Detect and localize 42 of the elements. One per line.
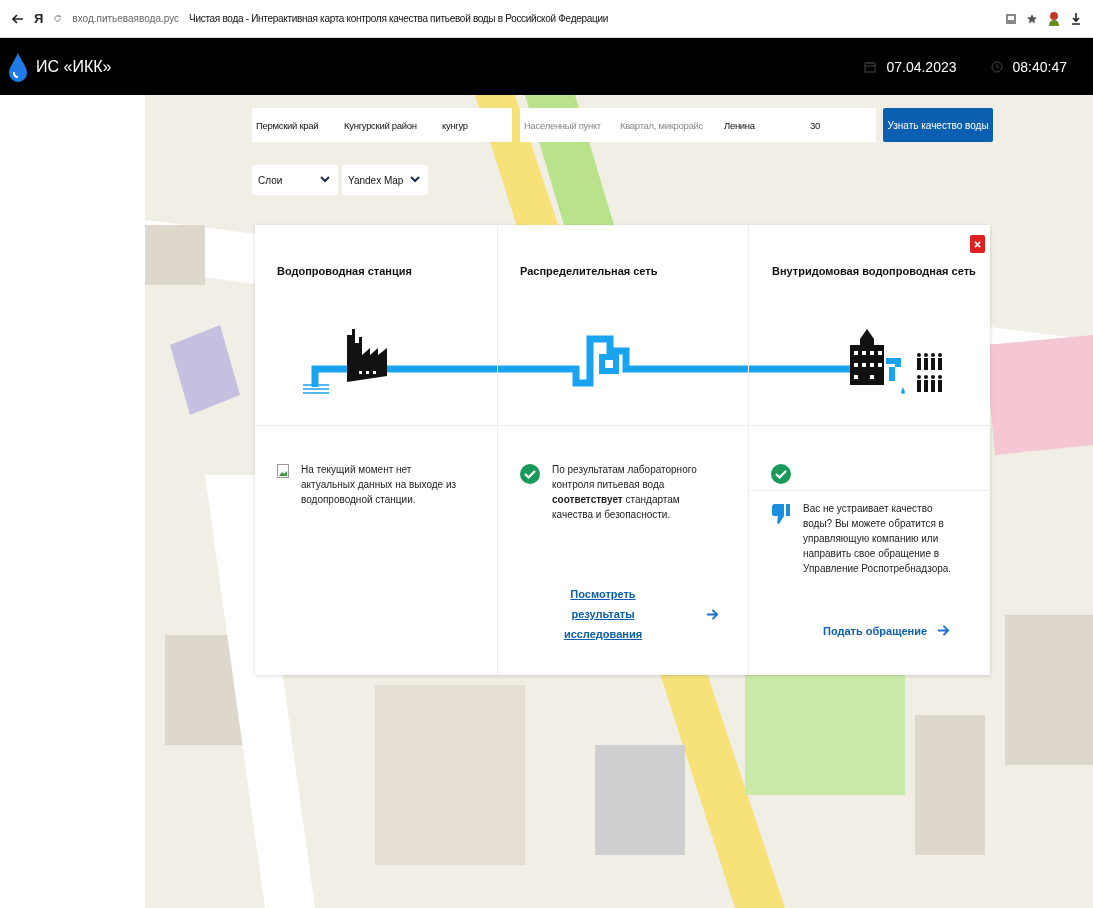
panel-link[interactable]: Подать обращение [823,624,928,637]
address-field[interactable]: 30 [806,108,876,142]
stage-title: Распределительная сеть [520,265,659,277]
status-message: По результатам лабораторного контроля питьевая вода соответствует стандартам качества и безопасности. [552,463,698,522]
address-field[interactable]: кунгур [438,108,512,142]
check-circle-icon [520,464,540,484]
check-circle-icon [771,464,791,484]
thumbs-down-icon [771,503,791,525]
water-drop-logo-icon [8,51,28,82]
check-quality-button[interactable]: Узнать качество воды [883,108,993,142]
page-title: Чистая вода - Интерактивная карта контроля качества питьевой воды в Российской Федерации [189,13,608,24]
complaint-message: Вас не устраивает качество воды? Вы можете обратится в управляющую компанию или направить свое обращение в Управление Роспотребнадзора. [803,502,953,576]
broken-image-icon [277,464,289,478]
chevron-down-icon [410,176,420,183]
chevron-down-icon [320,176,330,183]
address-bar-url[interactable]: вход.питьеваявода.рус [72,13,180,24]
map-layer-select[interactable]: Слои [252,165,338,195]
stage-title: Внутридомовая водопроводная сеть [772,265,977,277]
address-field[interactable]: Населенный пункт [520,108,616,142]
stage-title: Водопроводная станция [277,265,413,277]
arrow-right-icon[interactable] [937,624,951,637]
download-icon[interactable] [1071,12,1081,25]
header-time: 08:40:47 [1012,58,1067,75]
back-arrow-icon[interactable] [12,12,24,25]
status-message: На текущий момент нет актуальных данных на выходе из водопроводной станции. [301,463,458,507]
calendar-icon [864,60,877,73]
panel-link[interactable]: Посмотреть результаты исследования [548,584,658,644]
reload-icon[interactable] [53,14,63,23]
header-date: 07.04.2023 [886,58,957,75]
clock-icon [990,60,1003,73]
app-logo-text: ИС «ИКК» [36,57,112,76]
close-icon [974,240,981,248]
address-field[interactable]: Кунгурский район [340,108,438,142]
address-field[interactable]: Ленина [720,108,806,142]
tab-icon[interactable] [1005,12,1017,25]
address-field[interactable]: Пермский край [252,108,340,142]
star-icon[interactable] [1027,13,1037,24]
browser-logo[interactable]: Я [34,11,44,26]
close-button[interactable] [970,235,985,253]
arrow-right-icon[interactable] [706,607,719,621]
map-layer-select[interactable]: Yandex Map [342,165,428,195]
address-field[interactable]: Квартал, микрорайс [616,108,720,142]
